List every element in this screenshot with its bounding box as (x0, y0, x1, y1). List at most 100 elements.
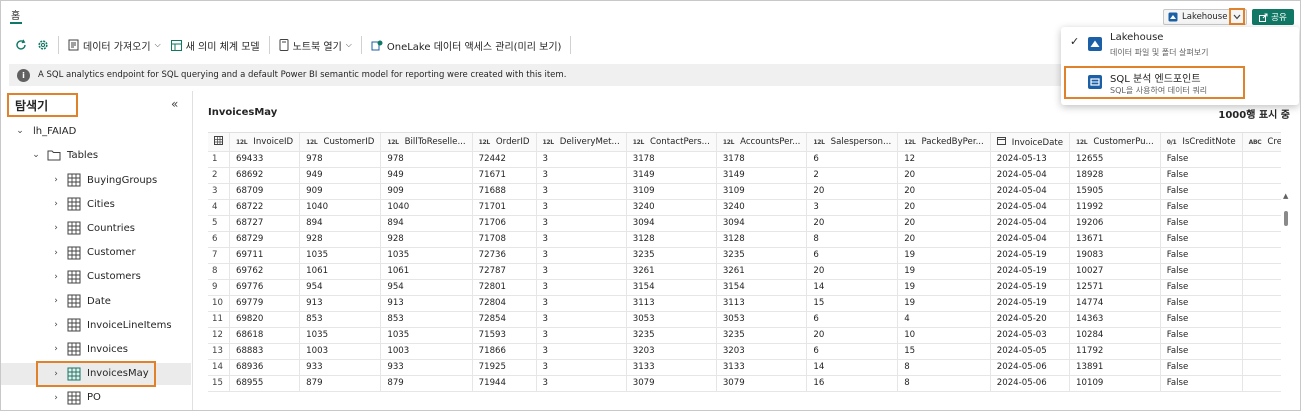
table-cell: 11992 (1069, 199, 1161, 216)
table-row[interactable]: 7 69711 1035 1035 72736 3 3235 3235 6 19 2024-05-1… (208, 247, 1281, 264)
table-cell: 20 (806, 183, 899, 200)
table-cell: 3053 (626, 311, 717, 328)
column-header[interactable]: 12L ContactPers... (626, 133, 717, 152)
tree-table-item[interactable]: › PO (1, 387, 191, 409)
tab-home[interactable]: 홈 (11, 7, 20, 22)
column-header[interactable]: 12L DeliveryMet... (536, 133, 627, 152)
table-cell: 19206 (1069, 215, 1161, 232)
table-row[interactable]: 4 68722 1040 1040 71701 3 3240 3240 3 20 2024-05-0… (208, 199, 1281, 216)
table-cell: 3079 (716, 375, 808, 392)
onelake-access-button[interactable]: OneLake 데이터 액세스 관리(미리 보기) (366, 34, 567, 56)
refresh-button[interactable] (1, 34, 32, 56)
table-cell: False (1160, 343, 1243, 360)
table-cell: 3 (536, 295, 627, 312)
tree-lakehouse[interactable]: ⌄ lh_FAIAD (1, 120, 191, 142)
table-icon (67, 342, 81, 356)
data-table: 12L InvoiceID 12L CustomerID 12L BillToResell… (208, 133, 1281, 392)
table-cell: 2024-05-19 (990, 263, 1071, 280)
vertical-scrollbar[interactable]: ▲ (1281, 132, 1293, 410)
column-header[interactable]: 12L OrderID (472, 133, 537, 152)
table-cell: 978 (380, 151, 473, 168)
table-cell: 71593 (472, 327, 537, 344)
table-cell: 928 (380, 231, 473, 248)
table-row[interactable]: 8 69762 1061 1061 72787 3 3261 3261 20 19 2024-05-… (208, 263, 1281, 280)
menu-item-subtitle: 데이터 파일 및 폴더 살펴보기 (1110, 48, 1209, 57)
column-type-icon: 12L (722, 138, 735, 146)
table-row[interactable]: 1 69433 978 978 72442 3 3178 3178 6 12 2024-05-13 1… (208, 151, 1281, 168)
table-cell (1242, 247, 1281, 264)
refresh-icon (16, 39, 26, 50)
table-cell: 72736 (472, 247, 537, 264)
table-cell: 3149 (626, 167, 717, 184)
column-header[interactable]: 12L CustomerID (299, 133, 382, 152)
tree-table-item[interactable]: › Customers (1, 266, 191, 288)
table-cell: 1035 (380, 247, 473, 264)
table-row[interactable]: 9 69776 954 954 72801 3 3154 3154 14 19 2024-05-19… (208, 279, 1281, 296)
tree-table-item[interactable]: › Date (1, 290, 191, 312)
column-header[interactable]: 12L CustomerPu... (1069, 133, 1161, 152)
table-row[interactable]: 11 69820 853 853 72854 3 3053 3053 6 4 2024-05-20 1… (208, 311, 1281, 328)
column-header[interactable]: 12L BillToReselle... (380, 133, 473, 152)
table-row[interactable]: 5 68727 894 894 71706 3 3094 3094 20 20 2024-05-04… (208, 215, 1281, 232)
column-header-label: InvoiceDate (1011, 137, 1064, 148)
select-all-cell[interactable] (208, 133, 230, 152)
tree-table-item[interactable]: › Customer (1, 242, 191, 264)
column-header[interactable]: 12L PackedByPer... (897, 133, 991, 152)
table-cell: 913 (380, 295, 473, 312)
tree-tables-folder[interactable]: ⌄ Tables (1, 144, 191, 166)
table-cell: 20 (897, 183, 991, 200)
table-row[interactable]: 13 68883 1003 1003 71866 3 3203 3203 6 15 2024-05-… (208, 343, 1281, 360)
scroll-thumb[interactable] (1284, 211, 1288, 226)
table-row[interactable]: 2 68692 949 949 71671 3 3149 3149 2 20 2024-05-04 1… (208, 167, 1281, 184)
semantic-model-icon (170, 39, 182, 51)
row-count-label: 1000행 표시 중 (1218, 110, 1290, 121)
table-row[interactable]: 3 68709 909 909 71688 3 3109 3109 20 20 2024-05-04… (208, 183, 1281, 200)
column-header[interactable]: ABC Credit (1242, 133, 1281, 152)
collapse-pane-icon[interactable]: « (171, 97, 178, 111)
table-cell: 15905 (1069, 183, 1161, 200)
column-header[interactable]: InvoiceDate (990, 133, 1071, 152)
table-cell: 18928 (1069, 167, 1161, 184)
open-notebook-button[interactable]: 노트북 열기 ⌵ (274, 34, 357, 56)
table-cell: 68692 (229, 167, 301, 184)
table-cell: 949 (380, 167, 473, 184)
column-header[interactable]: 0/1 IsCreditNote (1160, 133, 1243, 152)
tree-table-item[interactable]: › Countries (1, 217, 191, 239)
table-row[interactable]: 15 68955 879 879 71944 3 3079 3079 16 8 2024-05-06… (208, 375, 1281, 392)
table-cell: 11792 (1069, 343, 1161, 360)
table-cell: 3 (536, 247, 627, 264)
table-cell: 978 (299, 151, 382, 168)
table-cell: 3235 (716, 247, 808, 264)
table-cell: 853 (299, 311, 382, 328)
table-cell: 3 (536, 199, 627, 216)
scroll-up-icon[interactable]: ▲ (1283, 192, 1288, 200)
table-cell: 2024-05-19 (990, 247, 1071, 264)
tree-table-label: Cities (87, 198, 115, 210)
table-row[interactable]: 14 68936 933 933 71925 3 3133 3133 14 8 2024-05-06… (208, 359, 1281, 376)
mode-switcher-chevron[interactable] (1229, 8, 1245, 25)
table-cell: False (1160, 327, 1243, 344)
table-cell: 13891 (1069, 359, 1161, 376)
tree-table-item[interactable]: › InvoiceLineItems (1, 314, 191, 336)
table-row[interactable]: 12 68618 1035 1035 71593 3 3235 3235 20 10 2024-05… (208, 327, 1281, 344)
column-header[interactable]: 12L Salesperson... (806, 133, 899, 152)
settings-button[interactable] (32, 34, 54, 56)
table-cell: 1040 (299, 199, 382, 216)
table-cell: 3235 (626, 247, 717, 264)
new-semantic-model-button[interactable]: 새 의미 체계 모델 (166, 34, 265, 56)
table-row[interactable]: 10 69779 913 913 72804 3 3113 3113 15 19 2024-05-1… (208, 295, 1281, 312)
column-header[interactable]: 12L AccountsPer... (716, 133, 808, 152)
share-button[interactable]: 공유 (1252, 9, 1294, 25)
tree-table-item[interactable]: › Invoices (1, 338, 191, 360)
column-type-icon: 12L (387, 138, 399, 146)
table-cell: 72854 (472, 311, 537, 328)
grid-icon (214, 135, 223, 145)
table-row[interactable]: 6 68729 928 928 71708 3 3128 3128 8 20 2024-05-04 1… (208, 231, 1281, 248)
menu-item-lakehouse[interactable]: ✓ Lakehouse 데이터 파일 및 폴더 살펴보기 (1061, 27, 1299, 63)
column-type-icon: 12L (478, 138, 491, 146)
tree-table-item[interactable]: › Cities (1, 193, 191, 215)
get-data-button[interactable]: 데이터 가져오기 ⌵ (63, 34, 166, 56)
tree-table-item[interactable]: › BuyingGroups (1, 169, 191, 191)
table-cell: 1035 (380, 327, 473, 344)
column-header[interactable]: 12L InvoiceID (229, 133, 301, 152)
